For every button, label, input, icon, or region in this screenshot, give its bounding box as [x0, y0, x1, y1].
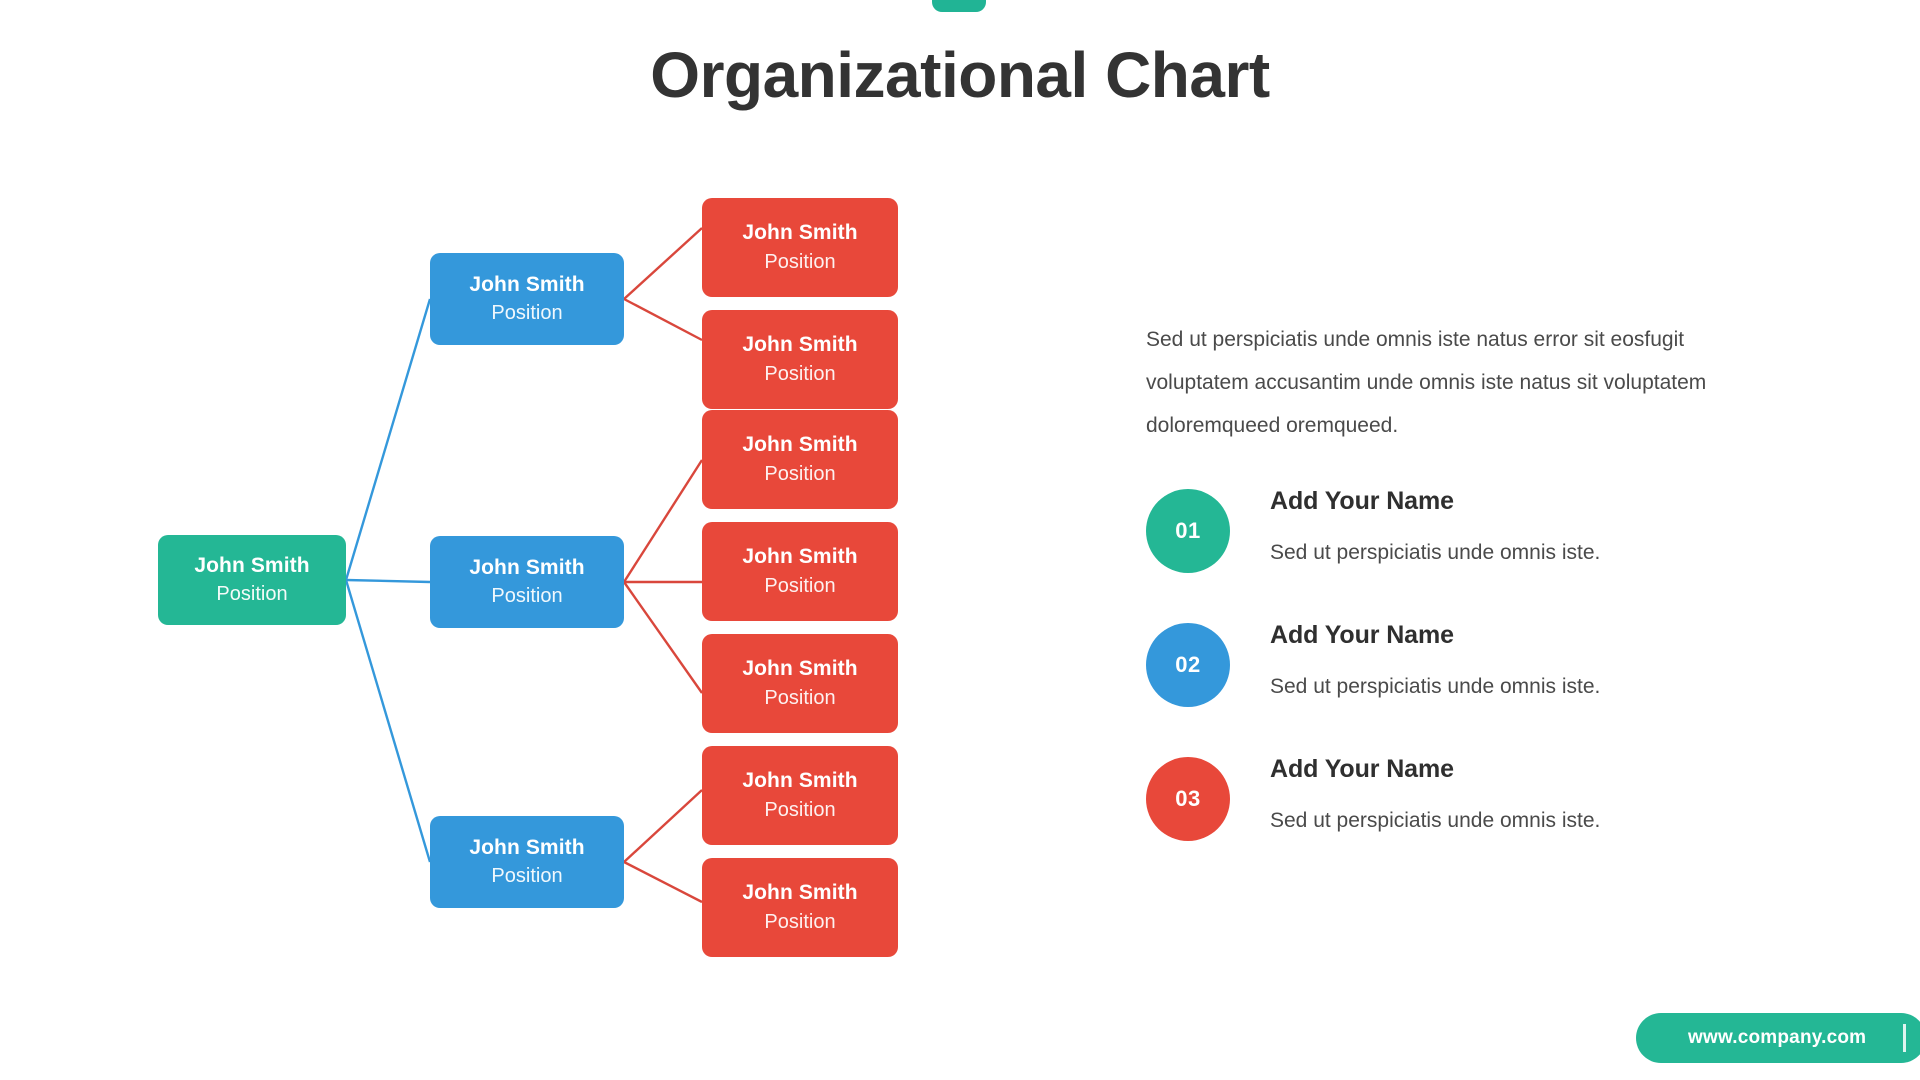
- org-node-root[interactable]: John Smith Position: [158, 535, 346, 625]
- org-node-name: John Smith: [742, 657, 858, 681]
- connector-group-branch-3: [623, 789, 703, 904]
- connector-b1-leaf-2: [623, 297, 703, 342]
- connector-group-branch-1: [623, 227, 703, 342]
- org-node-report-1-2[interactable]: John Smith Position: [702, 310, 898, 409]
- feature-body: Add Your Name Sed ut perspiciatis unde o…: [1270, 755, 1790, 833]
- org-node-position: Position: [764, 250, 836, 273]
- org-node-position: Position: [491, 585, 563, 608]
- connector-group-branch-2: [622, 459, 704, 694]
- org-node-manager-3[interactable]: John Smith Position: [430, 816, 624, 908]
- org-node-manager-1[interactable]: John Smith Position: [430, 253, 624, 345]
- feature-description: Sed ut perspiciatis unde omnis iste.: [1270, 675, 1601, 698]
- org-node-position: Position: [764, 574, 836, 597]
- org-node-report-2-1[interactable]: John Smith Position: [702, 410, 898, 509]
- org-node-report-3-2[interactable]: John Smith Position: [702, 858, 898, 957]
- connector-b3-leaf-1: [623, 789, 703, 863]
- connector-b2-leaf-3: [623, 581, 703, 694]
- org-node-position: Position: [216, 583, 288, 606]
- org-node-manager-2[interactable]: John Smith Position: [430, 536, 624, 628]
- feature-item-03[interactable]: 03 Add Your Name Sed ut perspiciatis und…: [1146, 755, 1806, 891]
- org-node-name: John Smith: [194, 553, 310, 577]
- org-node-name: John Smith: [742, 881, 858, 905]
- feature-body: Add Your Name Sed ut perspiciatis unde o…: [1270, 621, 1790, 699]
- connector-b2-leaf-1: [622, 459, 704, 583]
- connector-b1-leaf-1: [623, 227, 703, 300]
- org-node-position: Position: [491, 865, 563, 888]
- org-node-name: John Smith: [742, 221, 858, 245]
- feature-item-01[interactable]: 01 Add Your Name Sed ut perspiciatis und…: [1146, 487, 1806, 623]
- connector-b3-leaf-2: [623, 860, 703, 904]
- feature-description: Sed ut perspiciatis unde omnis iste.: [1270, 541, 1601, 564]
- org-node-report-3-1[interactable]: John Smith Position: [702, 746, 898, 845]
- feature-list: 01 Add Your Name Sed ut perspiciatis und…: [1146, 487, 1806, 891]
- feature-number-badge: 02: [1146, 623, 1230, 707]
- feature-title: Add Your Name: [1270, 621, 1454, 649]
- footer-website-url: www.company.com: [1688, 1027, 1867, 1048]
- footer-website-pill[interactable]: www.company.com: [1636, 1013, 1920, 1063]
- feature-item-02[interactable]: 02 Add Your Name Sed ut perspiciatis und…: [1146, 621, 1806, 757]
- feature-description: Sed ut perspiciatis unde omnis iste.: [1270, 809, 1601, 832]
- org-node-name: John Smith: [469, 555, 585, 579]
- feature-title: Add Your Name: [1270, 755, 1454, 783]
- org-node-name: John Smith: [742, 333, 858, 357]
- feature-title: Add Your Name: [1270, 487, 1454, 515]
- feature-number-badge: 03: [1146, 757, 1230, 841]
- org-node-name: John Smith: [742, 433, 858, 457]
- connector-root-branch-3: [344, 579, 432, 863]
- feature-number-badge: 01: [1146, 489, 1230, 573]
- footer-divider: [1903, 1024, 1906, 1052]
- org-node-position: Position: [764, 362, 836, 385]
- connector-group-root: [344, 298, 432, 863]
- org-node-name: John Smith: [469, 272, 585, 296]
- intro-paragraph: Sed ut perspiciatis unde omnis iste natu…: [1146, 328, 1707, 437]
- org-node-report-2-2[interactable]: John Smith Position: [702, 522, 898, 621]
- org-node-position: Position: [764, 686, 836, 709]
- org-node-position: Position: [764, 910, 836, 933]
- connector-root-branch-2: [345, 578, 431, 584]
- org-node-position: Position: [764, 798, 836, 821]
- slide-canvas: Organizational Chart John Smith Position…: [0, 0, 1920, 1080]
- feature-body: Add Your Name Sed ut perspiciatis unde o…: [1270, 487, 1790, 565]
- org-chart: John Smith Position John Smith Position …: [0, 0, 1100, 1080]
- connector-root-branch-1: [344, 298, 432, 581]
- org-node-name: John Smith: [742, 769, 858, 793]
- org-node-report-1-1[interactable]: John Smith Position: [702, 198, 898, 297]
- org-node-report-2-3[interactable]: John Smith Position: [702, 634, 898, 733]
- org-node-name: John Smith: [469, 835, 585, 859]
- org-node-name: John Smith: [742, 545, 858, 569]
- org-node-position: Position: [491, 302, 563, 325]
- right-info-panel: Sed ut perspiciatis unde omnis iste natu…: [1146, 318, 1806, 891]
- org-node-position: Position: [764, 462, 836, 485]
